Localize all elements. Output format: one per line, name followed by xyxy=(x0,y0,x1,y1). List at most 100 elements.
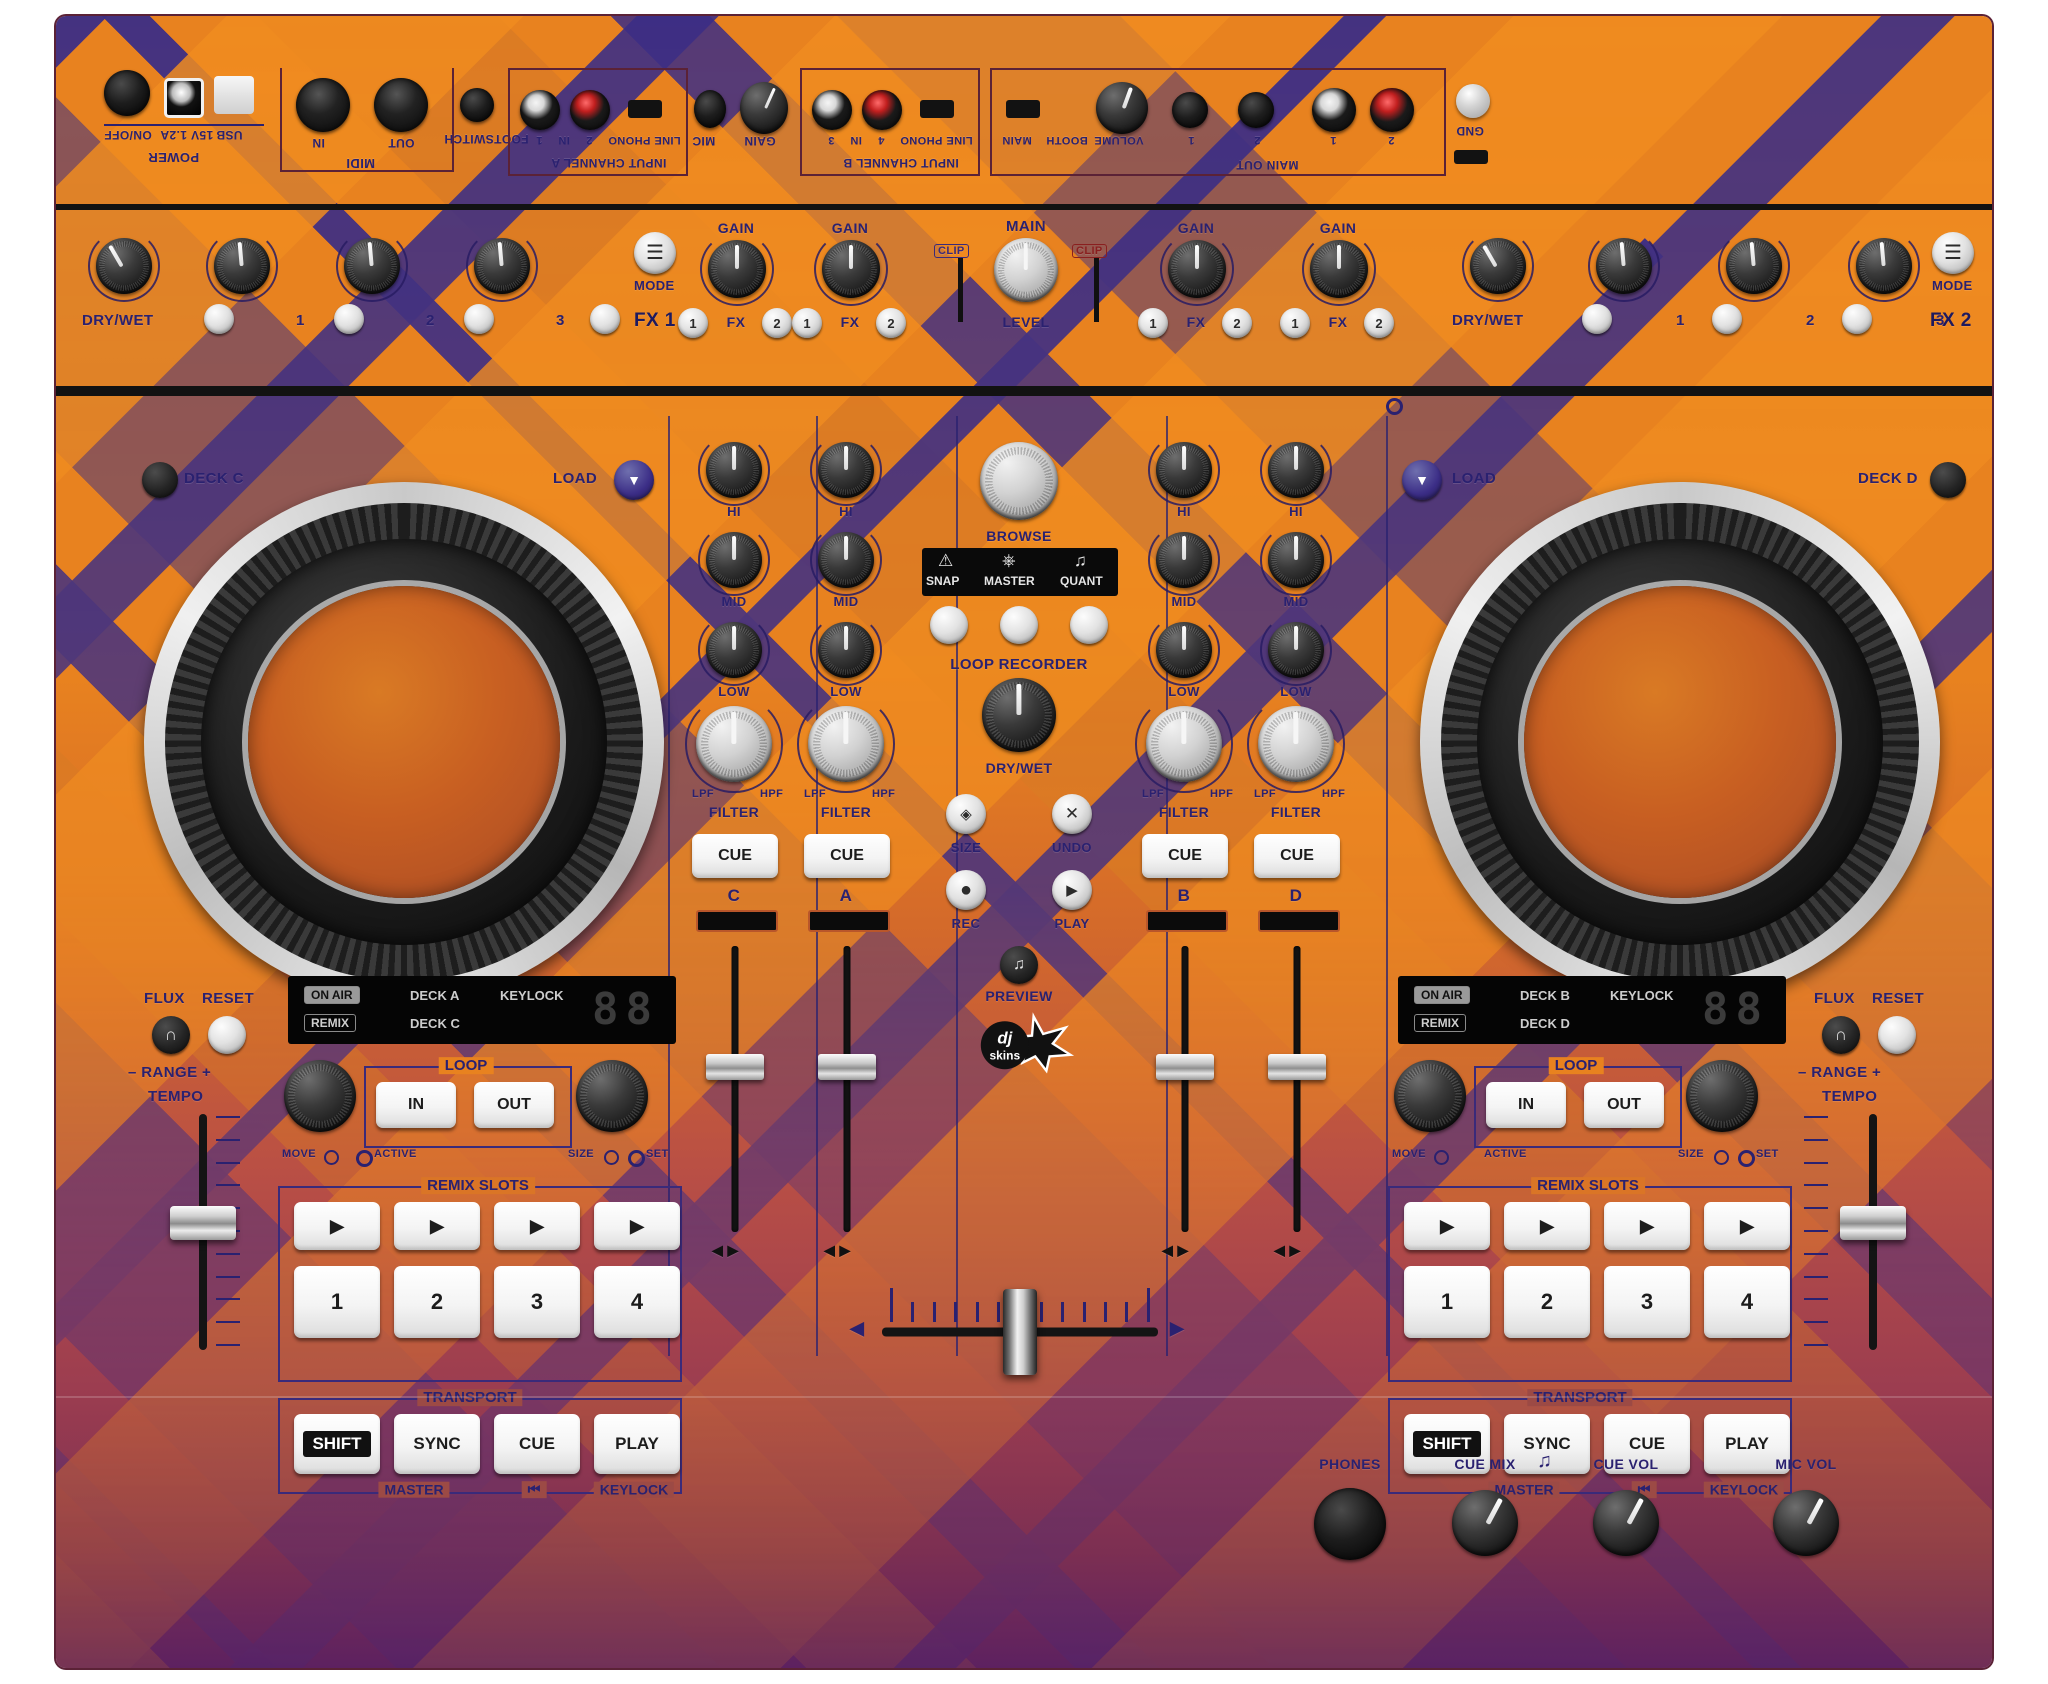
usb-socket[interactable] xyxy=(214,76,254,114)
master-button[interactable] xyxy=(1000,606,1038,644)
deck-d-tempo-fader[interactable] xyxy=(1838,1114,1908,1350)
mixer-fx1-button-c[interactable]: 1 xyxy=(678,308,708,338)
deck-d-loop-out-button[interactable]: OUT xyxy=(1584,1082,1664,1128)
fx1-button-1[interactable] xyxy=(334,304,364,334)
input-a-rca-1[interactable] xyxy=(520,90,560,130)
deck-d-remix-play-1[interactable]: ▶ xyxy=(1404,1202,1490,1250)
fx2-button-1[interactable] xyxy=(1712,304,1742,334)
mixer-gain-knob-d[interactable] xyxy=(1301,231,1377,307)
filter-knob-c[interactable] xyxy=(685,695,783,793)
deck-c-reset-button[interactable] xyxy=(208,1016,246,1054)
eq-low-knob-a[interactable] xyxy=(810,614,882,686)
mixer-fx1-button-d[interactable]: 1 xyxy=(1280,308,1310,338)
cue-button-a[interactable]: CUE xyxy=(804,834,890,878)
ground-terminal[interactable] xyxy=(1456,84,1490,118)
deck-c-remix-play-1[interactable]: ▶ xyxy=(294,1202,380,1250)
channel-fader-b[interactable] xyxy=(1154,946,1216,1232)
deck-d-loop-move-knob[interactable] xyxy=(1394,1060,1466,1132)
loop-recorder-rec-button[interactable]: ● xyxy=(946,870,986,910)
mic-vol-knob[interactable] xyxy=(1773,1490,1839,1556)
loop-recorder-size-button[interactable]: ◈ xyxy=(946,794,986,834)
deck-c-select-button[interactable] xyxy=(142,462,178,498)
deck-d-remix-pad-2[interactable]: 2 xyxy=(1504,1266,1590,1338)
eq-hi-knob-c[interactable] xyxy=(698,434,770,506)
eq-mid-knob-c[interactable] xyxy=(698,524,770,596)
mixer-fx2-button-d[interactable]: 2 xyxy=(1364,308,1394,338)
eq-hi-knob-a[interactable] xyxy=(810,434,882,506)
eq-mid-knob-a[interactable] xyxy=(810,524,882,596)
fx1-button-2[interactable] xyxy=(464,304,494,334)
cue-button-d[interactable]: CUE xyxy=(1254,834,1340,878)
fx1-knob-1[interactable] xyxy=(206,230,278,302)
fx2-knob-1[interactable] xyxy=(1588,230,1660,302)
preview-button[interactable]: ♫ xyxy=(1000,946,1038,984)
input-b-phono-line-switch[interactable] xyxy=(920,100,954,118)
fx2-button-2[interactable] xyxy=(1842,304,1872,334)
eq-hi-knob-b[interactable] xyxy=(1148,434,1220,506)
main-out-rca-1[interactable] xyxy=(1312,88,1356,132)
deck-d-remix-play-4[interactable]: ▶ xyxy=(1704,1202,1790,1250)
eq-mid-knob-b[interactable] xyxy=(1148,524,1220,596)
main-out-volume-knob[interactable] xyxy=(1096,82,1148,134)
deck-c-remix-play-3[interactable]: ▶ xyxy=(494,1202,580,1250)
deck-c-remix-pad-2[interactable]: 2 xyxy=(394,1266,480,1338)
deck-c-loop-size-knob[interactable] xyxy=(576,1060,648,1132)
mixer-main-level-knob[interactable] xyxy=(994,238,1058,302)
deck-d-remix-pad-4[interactable]: 4 xyxy=(1704,1266,1790,1338)
deck-d-select-button[interactable] xyxy=(1930,462,1966,498)
footswitch-jack[interactable] xyxy=(460,88,494,122)
mixer-fx2-button-b[interactable]: 2 xyxy=(1222,308,1252,338)
phones-jack[interactable] xyxy=(1314,1488,1386,1560)
mixer-gain-knob-a[interactable] xyxy=(813,231,889,307)
deck-c-remix-pad-3[interactable]: 3 xyxy=(494,1266,580,1338)
fx1-drywet-knob[interactable] xyxy=(88,230,160,302)
mixer-gain-knob-c[interactable] xyxy=(699,231,775,307)
crossfader[interactable] xyxy=(882,1289,1158,1375)
mixer-fx1-button-a[interactable]: 1 xyxy=(792,308,822,338)
main-out-rca-2[interactable] xyxy=(1370,88,1414,132)
input-b-rca-4[interactable] xyxy=(862,90,902,130)
deck-c-loop-in-button[interactable]: IN xyxy=(376,1082,456,1128)
deck-d-remix-play-2[interactable]: ▶ xyxy=(1504,1202,1590,1250)
cue-vol-knob[interactable] xyxy=(1593,1490,1659,1556)
fx1-drywet-button[interactable] xyxy=(204,304,234,334)
fx2-drywet-knob[interactable] xyxy=(1462,230,1534,302)
quant-button[interactable] xyxy=(1070,606,1108,644)
main-out-xlr-1[interactable] xyxy=(1172,92,1208,128)
deck-c-loop-move-knob[interactable] xyxy=(284,1060,356,1132)
deck-c-remix-pad-1[interactable]: 1 xyxy=(294,1266,380,1338)
deck-d-load-button[interactable]: ▼ xyxy=(1402,460,1442,500)
deck-d-jog-wheel[interactable] xyxy=(1420,482,1940,1002)
eq-low-knob-c[interactable] xyxy=(698,614,770,686)
loop-recorder-undo-button[interactable]: ✕ xyxy=(1052,794,1092,834)
midi-out-jack[interactable] xyxy=(374,78,428,132)
deck-c-remix-play-2[interactable]: ▶ xyxy=(394,1202,480,1250)
eq-mid-knob-d[interactable] xyxy=(1260,524,1332,596)
deck-d-loop-in-button[interactable]: IN xyxy=(1486,1082,1566,1128)
input-b-rca-3[interactable] xyxy=(812,90,852,130)
power-dc-socket[interactable] xyxy=(164,78,204,118)
deck-d-remix-play-3[interactable]: ▶ xyxy=(1604,1202,1690,1250)
mixer-gain-knob-b[interactable] xyxy=(1159,231,1235,307)
power-connector-jack[interactable] xyxy=(104,70,150,116)
midi-in-jack[interactable] xyxy=(296,78,350,132)
fx2-mode-button[interactable]: ☰ xyxy=(1932,232,1974,274)
deck-d-remix-pad-1[interactable]: 1 xyxy=(1404,1266,1490,1338)
deck-d-loop-size-knob[interactable] xyxy=(1686,1060,1758,1132)
eq-low-knob-d[interactable] xyxy=(1260,614,1332,686)
browse-encoder-knob[interactable] xyxy=(980,442,1058,520)
channel-fader-d[interactable] xyxy=(1266,946,1328,1232)
cue-mix-knob[interactable] xyxy=(1452,1490,1518,1556)
deck-c-jog-wheel[interactable] xyxy=(144,482,664,1002)
snap-button[interactable] xyxy=(930,606,968,644)
fx1-knob-3[interactable] xyxy=(466,230,538,302)
eq-hi-knob-d[interactable] xyxy=(1260,434,1332,506)
eq-low-knob-b[interactable] xyxy=(1148,614,1220,686)
mic-gain-knob[interactable] xyxy=(740,82,788,134)
mic-jack[interactable] xyxy=(694,90,726,128)
filter-knob-a[interactable] xyxy=(797,695,895,793)
main-booth-switch[interactable] xyxy=(1006,100,1040,118)
deck-c-load-button[interactable]: ▼ xyxy=(614,460,654,500)
input-a-phono-line-switch[interactable] xyxy=(628,100,662,118)
cue-button-b[interactable]: CUE xyxy=(1142,834,1228,878)
